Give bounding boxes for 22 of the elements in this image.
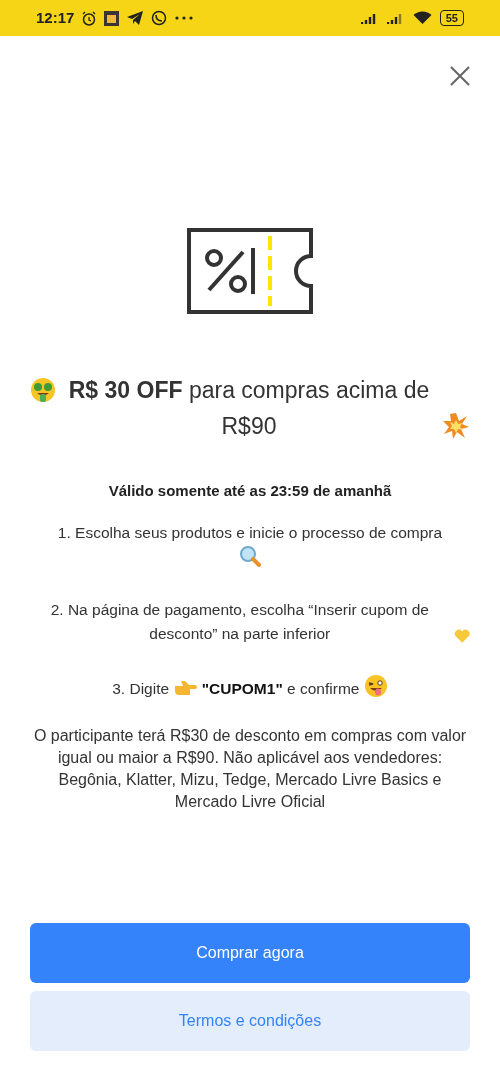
app-icon — [104, 10, 120, 26]
magnifier-icon — [239, 544, 261, 567]
buy-now-button[interactable]: Comprar agora — [30, 923, 470, 983]
close-icon[interactable] — [450, 66, 470, 86]
step-text: 3. Digite — [112, 679, 170, 697]
more-icon — [175, 16, 194, 20]
wifi-icon — [412, 11, 432, 25]
winking-face-icon — [363, 673, 388, 698]
step-text: 2. Na página de pagamento, escolha “Inserir cupom de desconto” na parte inferior — [49, 599, 430, 644]
terms-button[interactable]: Termos e condições — [30, 991, 470, 1051]
validity-text: Válido somente até as 23:59 de amanhã — [107, 481, 393, 501]
offer-title: R$ 30 OFF para compras acima de R$90 — [67, 376, 431, 441]
step-text: e confirme — [287, 679, 360, 697]
coupon-icon — [187, 228, 313, 314]
money-face-icon — [30, 377, 56, 403]
terms-paragraph: O participante terá R$30 de desconto em compras com valor igual ou maior a R$90. Não aplicável aos vendedores: Begônia, Klatter, Mizu, Tedge, Mercado Livre Basics e Mercado Livre Oficial — [33, 726, 467, 810]
step-text: 1. Escolha seus produtos e inicie o processo de compra — [57, 523, 443, 541]
coupon-code: "CUPOM1" — [201, 679, 283, 697]
clock-time: 12:17 — [36, 7, 75, 28]
explosion-icon — [442, 412, 470, 440]
alarm-icon — [82, 10, 97, 26]
battery-indicator: 55 — [439, 10, 464, 26]
